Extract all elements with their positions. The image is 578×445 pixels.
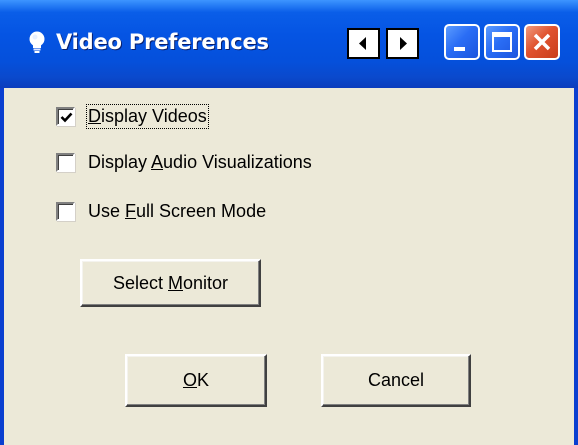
display-videos-label: Display Videos [86, 103, 209, 129]
full-screen-mode-option[interactable]: Use Full Screen Mode [56, 199, 266, 223]
maximize-button[interactable] [484, 24, 520, 60]
display-audio-visualizations-option[interactable]: Display Audio Visualizations [56, 150, 312, 174]
full-screen-mode-checkbox[interactable] [56, 201, 75, 221]
previous-button[interactable] [347, 28, 380, 59]
window-title: Video Preferences [56, 30, 269, 54]
cancel-label: Cancel [367, 370, 425, 390]
cancel-button[interactable]: Cancel [321, 354, 471, 407]
display-audio-visualizations-checkbox[interactable] [56, 152, 75, 172]
minimize-button[interactable] [444, 24, 480, 60]
display-videos-checkbox[interactable] [56, 106, 75, 126]
checkmark-icon [60, 112, 73, 122]
select-monitor-label: Select Monitor [112, 272, 229, 293]
select-monitor-button[interactable]: Select Monitor [80, 259, 261, 307]
full-screen-mode-label: Use Full Screen Mode [88, 200, 267, 221]
ok-button[interactable]: OK [125, 354, 267, 407]
lightbulb-icon [26, 30, 48, 56]
title-bar[interactable]: Video Preferences [0, 0, 578, 88]
close-button[interactable] [524, 24, 560, 60]
next-button[interactable] [386, 28, 419, 59]
display-audio-visualizations-label: Display Audio Visualizations [88, 151, 312, 172]
display-videos-option[interactable]: Display Videos [56, 103, 209, 129]
video-preferences-window: Video Preferences Display Videos Display… [0, 0, 578, 445]
ok-label: OK [182, 370, 210, 390]
